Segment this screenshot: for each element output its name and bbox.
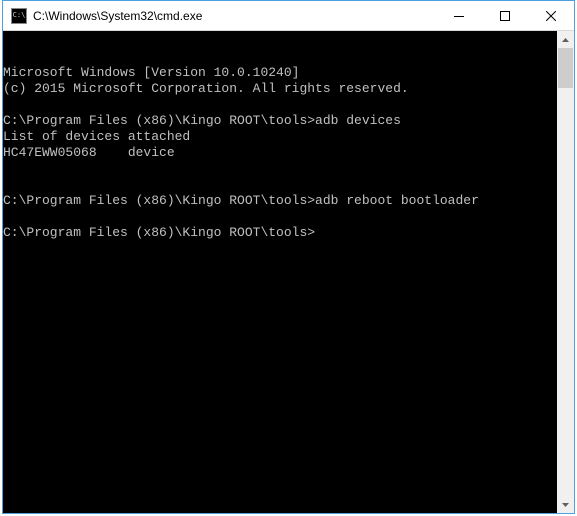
terminal-line: C:\Program Files (x86)\Kingo ROOT\tools> <box>3 225 574 241</box>
terminal-line <box>3 209 574 225</box>
close-button[interactable] <box>528 1 574 30</box>
scrollbar-thumb[interactable] <box>558 48 573 88</box>
window-title: C:\Windows\System32\cmd.exe <box>33 9 436 23</box>
titlebar[interactable]: C:\ C:\Windows\System32\cmd.exe <box>3 1 574 31</box>
scrollbar-track[interactable] <box>557 48 574 496</box>
scroll-up-button[interactable] <box>557 31 574 48</box>
terminal-line: C:\Program Files (x86)\Kingo ROOT\tools>… <box>3 193 574 209</box>
scroll-down-button[interactable] <box>557 496 574 513</box>
terminal-line: C:\Program Files (x86)\Kingo ROOT\tools>… <box>3 113 574 129</box>
terminal-line: Microsoft Windows [Version 10.0.10240] <box>3 65 574 81</box>
terminal-line <box>3 97 574 113</box>
window-controls <box>436 1 574 30</box>
maximize-button[interactable] <box>482 1 528 30</box>
cmd-icon: C:\ <box>11 8 27 24</box>
terminal-line <box>3 161 574 177</box>
terminal-area[interactable]: Microsoft Windows [Version 10.0.10240](c… <box>3 31 574 513</box>
terminal-content: Microsoft Windows [Version 10.0.10240](c… <box>3 65 574 241</box>
terminal-line <box>3 177 574 193</box>
minimize-button[interactable] <box>436 1 482 30</box>
terminal-line: List of devices attached <box>3 129 574 145</box>
vertical-scrollbar[interactable] <box>557 31 574 513</box>
terminal-line: HC47EWW05068 device <box>3 145 574 161</box>
terminal-line: (c) 2015 Microsoft Corporation. All righ… <box>3 81 574 97</box>
cmd-window: C:\ C:\Windows\System32\cmd.exe Microsof… <box>2 0 575 514</box>
